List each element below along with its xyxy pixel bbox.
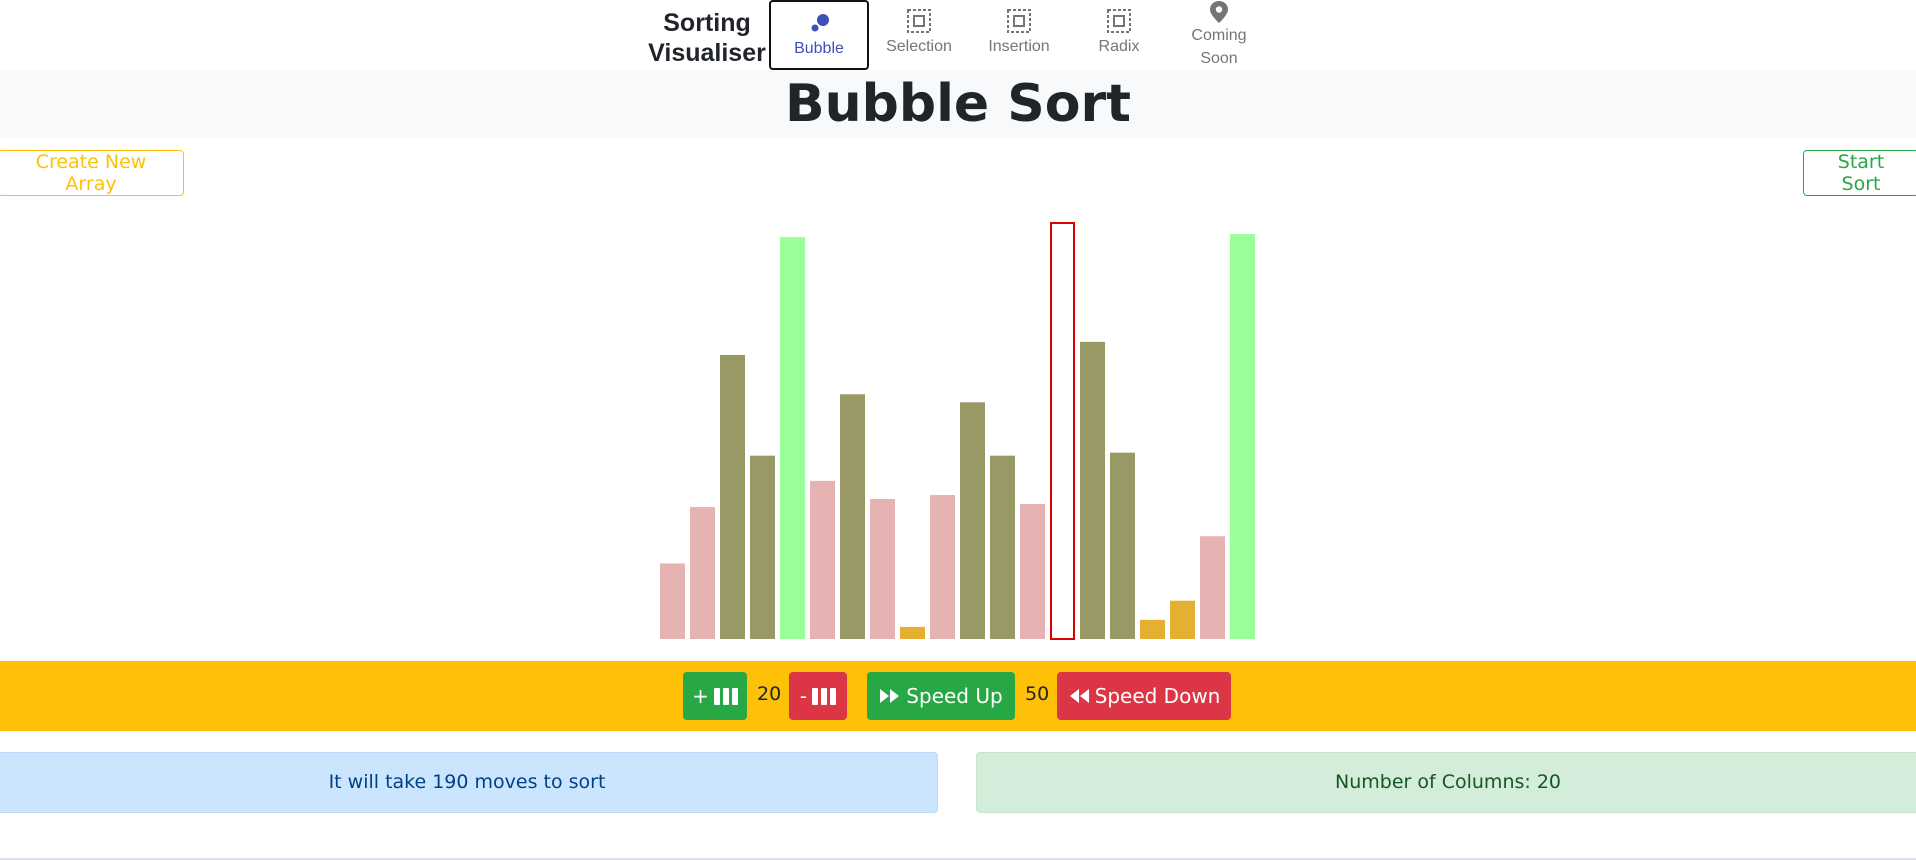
location-pin-icon (1169, 0, 1269, 26)
bar-5 (780, 237, 805, 640)
columns-info-alert: Number of Columns: 20 (976, 752, 1916, 813)
tab-label: Selection (886, 38, 952, 55)
tab-label: Insertion (988, 38, 1050, 55)
speed-up-button[interactable]: Speed Up (867, 672, 1015, 720)
tab-insertion[interactable]: Insertion (969, 0, 1069, 70)
speed-value: 50 (1025, 683, 1050, 705)
brand-line-1: Sorting (663, 9, 751, 37)
tab-radix[interactable]: Radix (1069, 0, 1169, 70)
tab-label-line-2: Soon (1200, 50, 1238, 67)
columns-count: 20 (757, 683, 782, 705)
fast-forward-icon (880, 689, 900, 703)
speed-up-label: Speed Up (906, 684, 1003, 708)
start-sort-button[interactable]: Start Sort (1803, 150, 1916, 196)
bar-1 (660, 563, 685, 639)
bar-2 (690, 507, 715, 639)
bar-17 (1140, 619, 1165, 639)
columns-icon (812, 687, 837, 705)
add-columns-button[interactable]: + (683, 672, 747, 720)
control-band: + 20 - Speed Up 50 Speed Down (0, 661, 1916, 731)
tab-label: Bubble (794, 40, 844, 57)
brand-line-2: Visualiser (648, 39, 766, 67)
create-new-array-button[interactable]: Create New Array (0, 150, 184, 196)
bar-18 (1170, 600, 1195, 639)
selection-icon (869, 8, 969, 34)
tab-coming-soon[interactable]: Coming Soon (1169, 0, 1269, 70)
remove-columns-label: - (799, 684, 808, 708)
bubble-icon (771, 10, 867, 36)
tab-label-line-1: Coming (1191, 27, 1247, 44)
bar-20 (1230, 234, 1255, 639)
brand-title[interactable]: Sorting Visualiser (648, 8, 766, 68)
columns-icon (713, 687, 738, 705)
bar-10 (930, 494, 955, 639)
moves-info-alert: It will take 190 moves to sort (0, 752, 938, 813)
bar-8 (870, 498, 895, 639)
speed-down-label: Speed Down (1094, 684, 1221, 708)
page-title: Bubble Sort (785, 74, 1131, 134)
tab-selection[interactable]: Selection (869, 0, 969, 70)
bar-11 (960, 402, 985, 639)
bar-4 (750, 455, 775, 639)
top-navbar: Sorting Visualiser Bubble Selection Inse… (0, 0, 1916, 70)
title-band: Bubble Sort (0, 70, 1916, 138)
bar-9 (900, 626, 925, 639)
bar-6 (810, 480, 835, 639)
radix-icon (1069, 8, 1169, 34)
bar-16 (1110, 452, 1135, 639)
rewind-icon (1069, 689, 1089, 703)
bar-14 (1050, 222, 1075, 640)
tab-bubble[interactable]: Bubble (769, 0, 869, 70)
bar-chart-area (0, 196, 1916, 640)
bar-12 (990, 455, 1015, 639)
bar-3 (720, 354, 745, 639)
bar-13 (1020, 504, 1045, 639)
bar-19 (1200, 536, 1225, 639)
speed-down-button[interactable]: Speed Down (1057, 672, 1231, 720)
bar-15 (1080, 341, 1105, 639)
insertion-icon (969, 8, 1069, 34)
bar-chart (660, 222, 1255, 640)
bar-7 (840, 394, 865, 639)
tab-label: Coming Soon (1169, 24, 1269, 70)
tab-label: Radix (1098, 38, 1140, 55)
add-columns-label: + (692, 684, 709, 708)
remove-columns-button[interactable]: - (789, 672, 847, 720)
